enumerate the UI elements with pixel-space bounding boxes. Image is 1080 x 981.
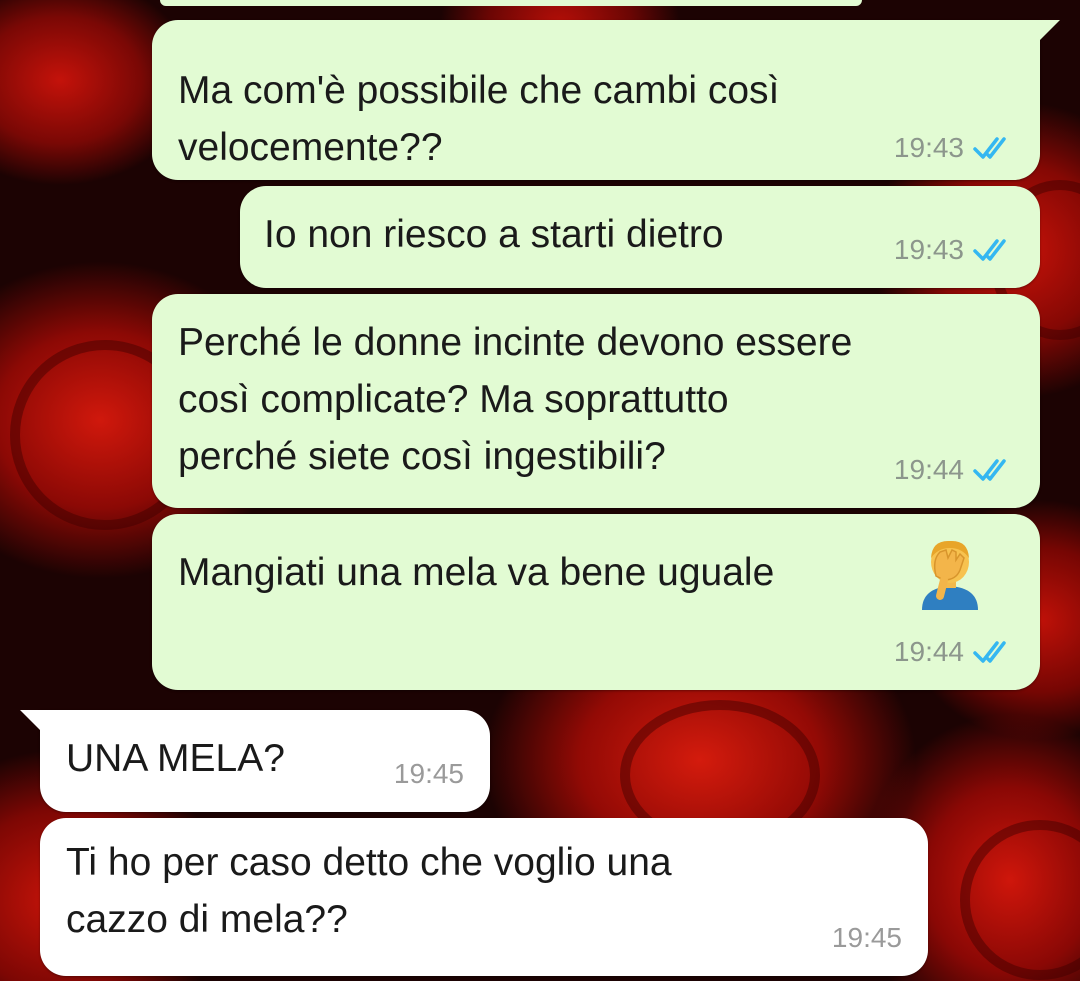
- face-palm-emoji-icon: [922, 540, 978, 610]
- double-check-icon: [973, 137, 1006, 159]
- double-check-icon: [973, 239, 1006, 261]
- message-bubble-incoming[interactable]: UNA MELA? 19:45: [20, 710, 490, 812]
- message-bubble-outgoing[interactable]: Mangiati una mela va bene uguale 19:44: [152, 514, 1040, 690]
- message-text: Ma com'è possibile che cambi così veloce…: [178, 69, 780, 169]
- message-meta: 19:45: [832, 922, 902, 954]
- message-meta: 19:44: [894, 636, 1016, 668]
- message-time: 19:44: [893, 454, 964, 485]
- message-bubble-outgoing[interactable]: Io non riesco a starti dietro 19:43: [240, 186, 1040, 288]
- message-time: 19:43: [893, 234, 964, 265]
- message-bubble-outgoing[interactable]: Perché le donne incinte devono essere co…: [152, 294, 1040, 508]
- message-bubble-incoming[interactable]: Ti ho per caso detto che voglio una cazz…: [40, 818, 928, 976]
- bubble-tail: [1038, 20, 1060, 42]
- bubble-tail: [20, 710, 42, 732]
- message-text: Mangiati una mela va bene uguale: [178, 551, 775, 594]
- message-meta: 19:43: [894, 234, 1016, 266]
- message-meta: 19:43: [894, 132, 1016, 164]
- message-time: 19:43: [893, 132, 964, 163]
- message-meta: 19:44: [894, 454, 1016, 486]
- double-check-icon: [973, 459, 1006, 481]
- message-text: Ti ho per caso detto che voglio una cazz…: [66, 841, 672, 941]
- message-text: Io non riesco a starti dietro: [264, 213, 724, 256]
- message-text: UNA MELA?: [66, 737, 285, 780]
- message-time: 19:45: [831, 922, 902, 953]
- double-check-icon: [973, 641, 1006, 663]
- message-bubble-outgoing[interactable]: Ma com'è possibile che cambi così veloce…: [152, 20, 1060, 180]
- message-text: Perché le donne incinte devono essere co…: [178, 321, 853, 478]
- message-meta: 19:45: [394, 758, 464, 790]
- previous-message-edge[interactable]: [160, 0, 862, 6]
- message-time: 19:44: [893, 636, 964, 667]
- message-time: 19:45: [393, 758, 464, 789]
